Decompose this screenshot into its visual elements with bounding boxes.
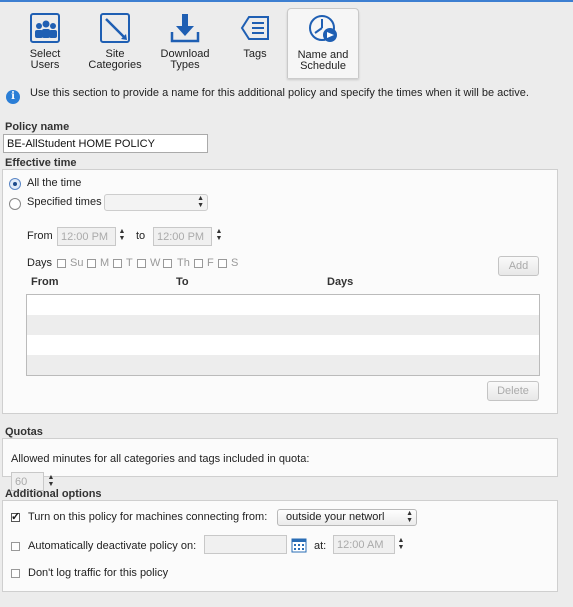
from-time-stepper-icon[interactable]: ▲ ▼: [118, 228, 126, 244]
days-label: Days: [27, 257, 53, 269]
dont-log-label: Don't log traffic for this policy: [28, 567, 169, 579]
quota-description: Allowed minutes for all categories and t…: [11, 453, 310, 465]
table-row[interactable]: [27, 315, 539, 335]
policy-name-input[interactable]: [3, 134, 208, 153]
day-checkbox-m[interactable]: [87, 259, 96, 268]
from-time-input[interactable]: [57, 227, 116, 246]
step-site-categories[interactable]: Site Categories: [79, 8, 151, 78]
day-checkbox-s[interactable]: [218, 259, 227, 268]
top-accent-bar: [0, 0, 573, 2]
step-tags[interactable]: Tags: [219, 8, 291, 78]
policy-name-label: Policy name: [5, 121, 70, 133]
to-time-stepper-icon[interactable]: ▲ ▼: [215, 228, 223, 244]
calendar-icon[interactable]: [291, 537, 307, 553]
info-text: Use this section to provide a name for t…: [30, 87, 529, 99]
deactivate-time-stepper-icon[interactable]: ▲ ▼: [397, 537, 405, 553]
specified-times-label: Specified times: [27, 196, 102, 208]
network-select-value: outside your networl: [286, 511, 385, 523]
day-checkbox-su[interactable]: [57, 259, 66, 268]
download-icon: [169, 12, 201, 44]
step-label: Select Users: [29, 48, 61, 71]
step-label: Download Types: [160, 48, 210, 71]
day-label-m: M: [100, 257, 110, 269]
column-header-to: To: [176, 276, 189, 288]
table-row[interactable]: [27, 335, 539, 355]
table-row[interactable]: [27, 355, 539, 375]
day-label-f: F: [207, 257, 214, 269]
day-checkbox-th[interactable]: [163, 259, 172, 268]
column-header-from: From: [31, 276, 59, 288]
all-the-time-label: All the time: [27, 177, 82, 189]
turn-on-label: Turn on this policy for machines connect…: [28, 511, 268, 523]
step-select-users[interactable]: Select Users: [9, 8, 81, 78]
delete-button[interactable]: Delete: [487, 381, 539, 401]
to-label: to: [136, 230, 146, 242]
deactivate-date-input[interactable]: [204, 535, 287, 554]
dont-log-checkbox[interactable]: [11, 569, 20, 578]
step-name-and-schedule[interactable]: Name and Schedule: [287, 8, 359, 78]
at-label: at:: [314, 540, 327, 552]
day-label-s: S: [231, 257, 239, 269]
users-icon: [29, 12, 61, 44]
step-download-types[interactable]: Download Types: [149, 8, 221, 78]
tags-icon: [239, 12, 271, 44]
all-the-time-radio[interactable]: [9, 178, 21, 190]
schedule-table: [26, 294, 540, 376]
up-down-arrows-icon: ▲ ▼: [406, 510, 413, 524]
step-label: Name and Schedule: [297, 49, 349, 72]
deactivate-time-input[interactable]: [333, 535, 395, 554]
day-checkbox-t[interactable]: [113, 259, 122, 268]
day-checkbox-w[interactable]: [137, 259, 146, 268]
categories-icon: [99, 12, 131, 44]
step-label: Tags: [243, 48, 267, 60]
auto-deactivate-label: Automatically deactivate policy on:: [28, 540, 197, 552]
day-label-th: Th: [177, 257, 190, 269]
day-label-w: W: [150, 257, 161, 269]
turn-on-checkbox[interactable]: [11, 510, 20, 523]
step-label: Site Categories: [88, 48, 142, 71]
auto-deactivate-checkbox[interactable]: [11, 542, 20, 551]
info-icon: i: [6, 90, 20, 104]
schedule-icon: [307, 13, 339, 45]
day-label-su: Su: [70, 257, 84, 269]
day-checkbox-f[interactable]: [194, 259, 203, 268]
add-button[interactable]: Add: [498, 256, 539, 276]
wizard-steps: Select Users Site Categories Download Ty…: [0, 6, 573, 80]
network-select[interactable]: outside your networl ▲ ▼: [277, 509, 417, 526]
from-label: From: [27, 230, 53, 242]
quotas-label: Quotas: [5, 426, 43, 438]
table-row[interactable]: [27, 295, 539, 315]
up-down-arrows-icon: ▲ ▼: [197, 195, 204, 209]
additional-options-label: Additional options: [5, 488, 102, 500]
day-label-t: T: [126, 257, 133, 269]
column-header-days: Days: [327, 276, 354, 288]
effective-time-label: Effective time: [5, 157, 77, 169]
to-time-input[interactable]: [153, 227, 212, 246]
specified-times-radio[interactable]: [9, 198, 21, 210]
specified-times-select[interactable]: ▲ ▼: [104, 194, 208, 211]
